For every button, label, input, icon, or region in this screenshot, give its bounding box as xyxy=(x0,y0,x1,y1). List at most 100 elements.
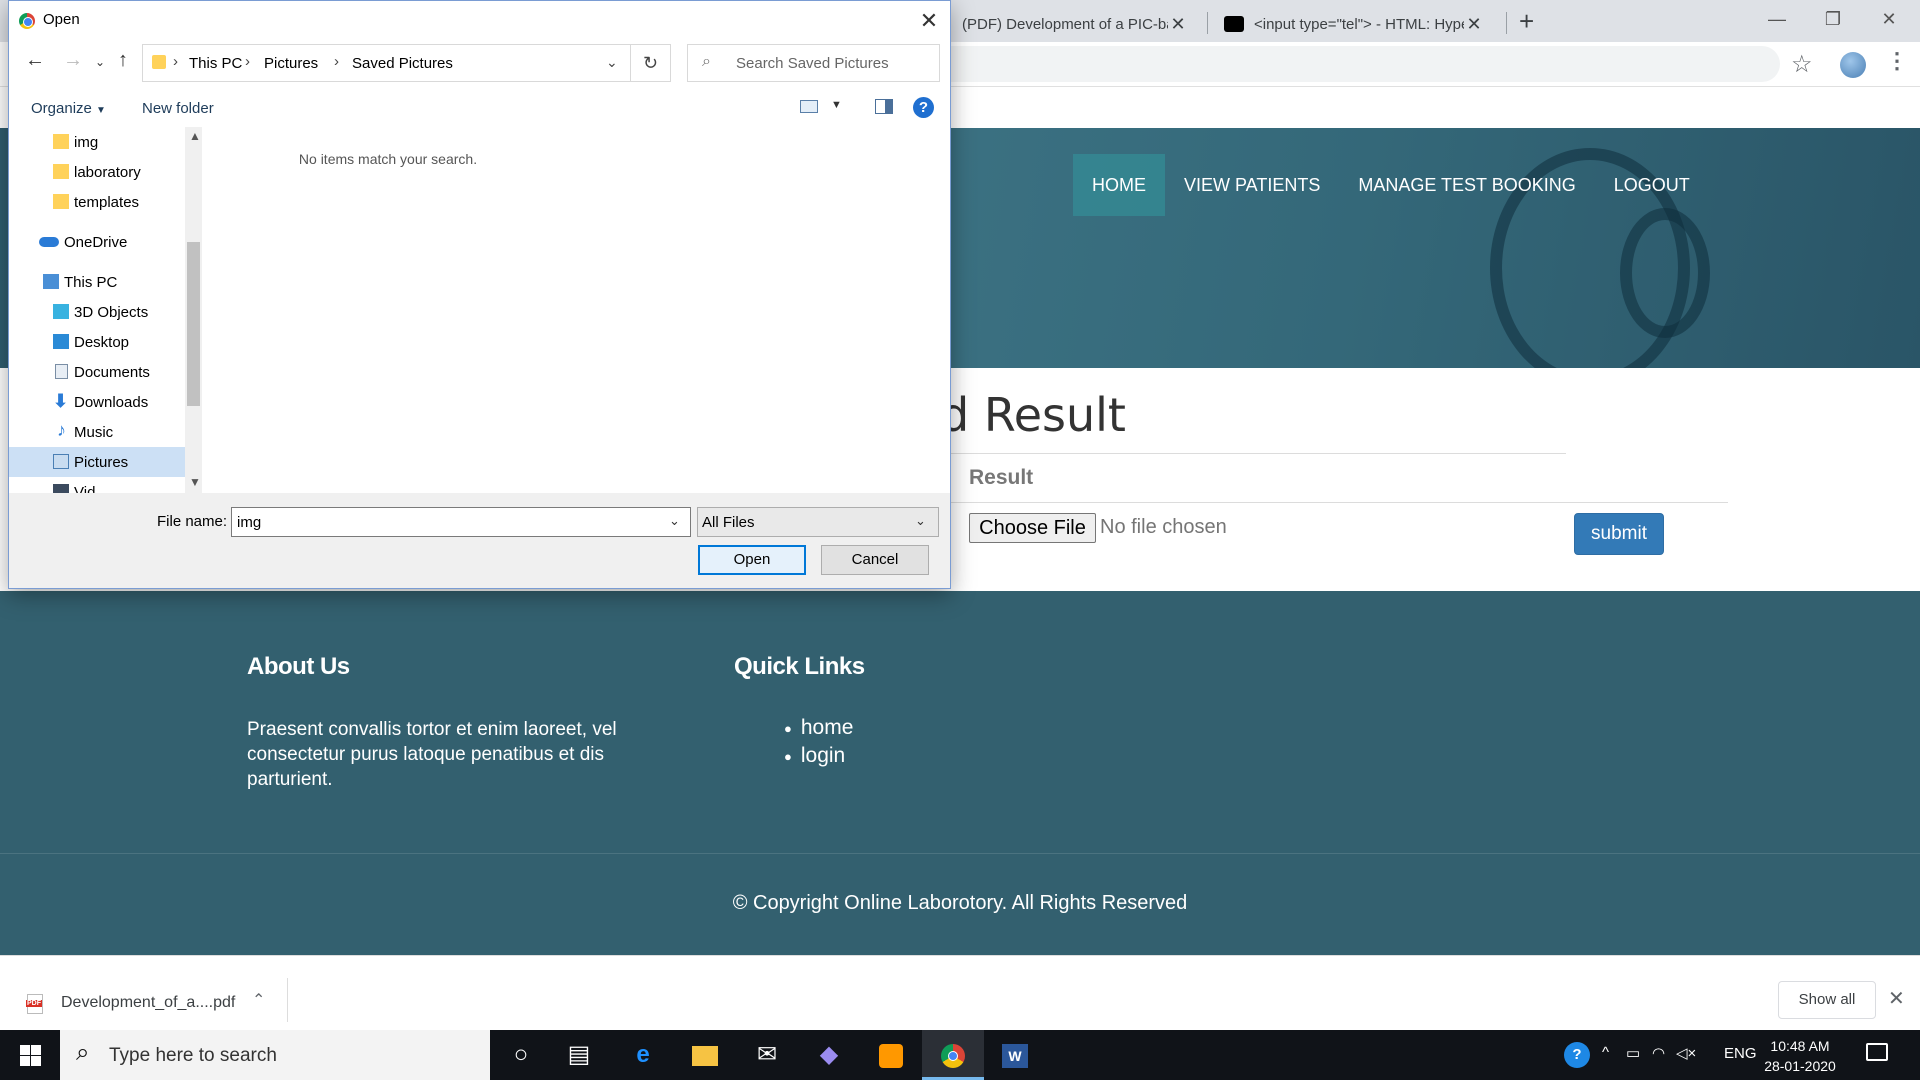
close-icon[interactable]: ✕ xyxy=(909,5,949,37)
up-arrow-icon[interactable]: ↑ xyxy=(118,49,128,72)
heading-divider xyxy=(950,453,1566,454)
nav-home[interactable]: HOME xyxy=(1073,154,1165,216)
new-tab-button[interactable]: + xyxy=(1519,6,1534,37)
file-name-input[interactable] xyxy=(231,507,691,537)
chevron-down-icon[interactable]: ⌄ xyxy=(606,54,618,71)
sublime-text-icon[interactable] xyxy=(860,1030,922,1080)
download-divider xyxy=(287,978,288,1022)
scrollbar-thumb[interactable] xyxy=(187,242,200,406)
restore-icon[interactable]: ❐ xyxy=(1810,4,1856,34)
pdf-file-icon xyxy=(26,994,43,1014)
quick-links-heading: Quick Links xyxy=(734,653,865,680)
breadcrumb-pictures[interactable]: Pictures xyxy=(264,55,318,72)
clock-date: 28-01-2020 xyxy=(1764,1058,1836,1074)
cancel-button[interactable]: Cancel xyxy=(821,545,929,575)
navigation-scrollbar[interactable]: ▲ ▼ xyxy=(185,127,202,493)
show-all-button[interactable]: Show all xyxy=(1778,981,1876,1019)
help-tray-icon[interactable]: ? xyxy=(1564,1042,1590,1068)
new-folder-button[interactable]: New folder xyxy=(142,100,214,117)
view-options-chevron-icon[interactable]: ▼ xyxy=(831,99,842,111)
tree-item-label: 3D Objects xyxy=(74,304,149,321)
visual-studio-icon[interactable]: ◆ xyxy=(798,1030,860,1080)
open-button[interactable]: Open xyxy=(698,545,806,575)
breadcrumb-separator-icon[interactable]: › xyxy=(245,53,250,70)
scroll-down-icon[interactable]: ▼ xyxy=(189,475,201,489)
windows-start-icon[interactable] xyxy=(0,1030,60,1080)
taskbar-search-box[interactable]: ⌕ Type here to search xyxy=(60,1030,490,1080)
tab-title: <input type="tel"> - HTML: Hype xyxy=(1254,15,1464,33)
search-input[interactable]: ⌕ Search Saved Pictures xyxy=(687,44,940,82)
documents-icon xyxy=(55,364,68,379)
minimize-icon[interactable]: — xyxy=(1754,4,1800,34)
tree-item-templates[interactable]: templates xyxy=(9,187,185,217)
scroll-up-icon[interactable]: ▲ xyxy=(189,129,201,143)
browser-tab-mdn[interactable]: <input type="tel"> - HTML: Hype ✕ xyxy=(1212,6,1496,42)
task-view-icon[interactable]: ▤ xyxy=(548,1030,610,1080)
file-type-select[interactable]: All Files xyxy=(697,507,939,537)
chrome-taskbar-icon[interactable] xyxy=(922,1030,984,1080)
help-icon[interactable]: ? xyxy=(913,97,934,118)
site-navigation: HOME VIEW PATIENTS MANAGE TEST BOOKING L… xyxy=(1073,154,1709,216)
mail-icon[interactable]: ✉ xyxy=(736,1030,798,1080)
nav-manage-test-booking[interactable]: MANAGE TEST BOOKING xyxy=(1339,154,1594,216)
file-list-view[interactable]: No items match your search. xyxy=(203,127,950,493)
footer-link-login[interactable]: login xyxy=(784,743,853,771)
back-arrow-icon[interactable]: ← xyxy=(25,49,45,72)
close-window-icon[interactable]: ✕ xyxy=(1866,4,1912,34)
browser-tab-pdf[interactable]: (PDF) Development of a PIC-base ✕ xyxy=(950,6,1200,42)
close-download-bar-icon[interactable]: ✕ xyxy=(1888,986,1905,1011)
preview-pane-icon[interactable] xyxy=(875,99,893,114)
tree-item-music[interactable]: ♪ Music xyxy=(9,417,185,447)
tree-item-pictures[interactable]: Pictures xyxy=(9,447,185,477)
nav-logout[interactable]: LOGOUT xyxy=(1595,154,1709,216)
file-explorer-icon[interactable] xyxy=(674,1030,736,1080)
chevron-up-icon[interactable]: ^ xyxy=(1602,1044,1609,1061)
address-bar[interactable] xyxy=(944,46,1780,82)
tree-item-img[interactable]: img xyxy=(9,127,185,157)
dialog-navigation-row: ← → ⌄ ↑ › This PC › Pictures › Saved Pic… xyxy=(9,43,950,83)
edge-icon[interactable]: e xyxy=(612,1030,674,1080)
organize-button[interactable]: Organize ▼ xyxy=(31,100,106,117)
windows-taskbar: ⌕ Type here to search ○ ▤ e ✉ ◆ W ? ^ ▭ … xyxy=(0,1030,1920,1080)
close-tab-icon[interactable]: ✕ xyxy=(1464,14,1484,35)
wifi-icon[interactable]: ◠ xyxy=(1652,1044,1665,1062)
pictures-icon xyxy=(53,454,69,469)
footer-link-home[interactable]: home xyxy=(784,715,854,743)
bookmark-star-icon[interactable]: ☆ xyxy=(1791,50,1813,79)
submit-button[interactable]: submit xyxy=(1574,513,1664,555)
breadcrumb-separator-icon[interactable]: › xyxy=(173,53,178,70)
tree-item-videos[interactable]: Vid xyxy=(9,477,185,493)
notifications-icon[interactable] xyxy=(1866,1043,1888,1061)
chevron-up-icon[interactable]: ⌃ xyxy=(252,990,265,1010)
refresh-icon[interactable]: ↻ xyxy=(631,44,671,82)
language-indicator[interactable]: ENG xyxy=(1724,1045,1757,1062)
cortana-icon[interactable]: ○ xyxy=(490,1030,552,1080)
close-tab-icon[interactable]: ✕ xyxy=(1168,14,1188,35)
download-file-name[interactable]: Development_of_a....pdf xyxy=(61,994,235,1012)
nav-view-patients[interactable]: VIEW PATIENTS xyxy=(1165,154,1339,216)
tree-item-desktop[interactable]: Desktop xyxy=(9,327,185,357)
chevron-down-icon[interactable]: ⌄ xyxy=(915,513,926,529)
folder-icon xyxy=(152,55,166,69)
change-view-icon[interactable] xyxy=(800,100,818,113)
choose-file-button[interactable]: Choose File xyxy=(969,513,1096,543)
breadcrumb-this-pc[interactable]: This PC xyxy=(189,55,242,72)
tree-item-onedrive[interactable]: OneDrive xyxy=(9,227,185,257)
word-icon[interactable]: W xyxy=(984,1030,1046,1080)
breadcrumb-saved-pictures[interactable]: Saved Pictures xyxy=(352,55,453,72)
tree-item-documents[interactable]: Documents xyxy=(9,357,185,387)
breadcrumb-separator-icon[interactable]: › xyxy=(334,53,339,70)
folder-address-bar[interactable]: › This PC › Pictures › Saved Pictures ⌄ xyxy=(142,44,631,82)
volume-muted-icon[interactable]: ◁× xyxy=(1676,1044,1696,1062)
chevron-down-icon[interactable]: ⌄ xyxy=(669,513,680,529)
tree-item-downloads[interactable]: ⬇ Downloads xyxy=(9,387,185,417)
tree-item-laboratory[interactable]: laboratory xyxy=(9,157,185,187)
browser-menu-icon[interactable]: ⋮ xyxy=(1886,48,1908,74)
recent-locations-chevron-icon[interactable]: ⌄ xyxy=(95,55,105,69)
forward-arrow-icon[interactable]: → xyxy=(63,49,83,72)
tree-item-this-pc[interactable]: This PC xyxy=(9,267,185,297)
clock[interactable]: 10:48 AM 28-01-2020 xyxy=(1760,1036,1840,1076)
tree-item-3d-objects[interactable]: 3D Objects xyxy=(9,297,185,327)
profile-avatar[interactable] xyxy=(1840,52,1866,78)
battery-icon[interactable]: ▭ xyxy=(1626,1044,1640,1062)
